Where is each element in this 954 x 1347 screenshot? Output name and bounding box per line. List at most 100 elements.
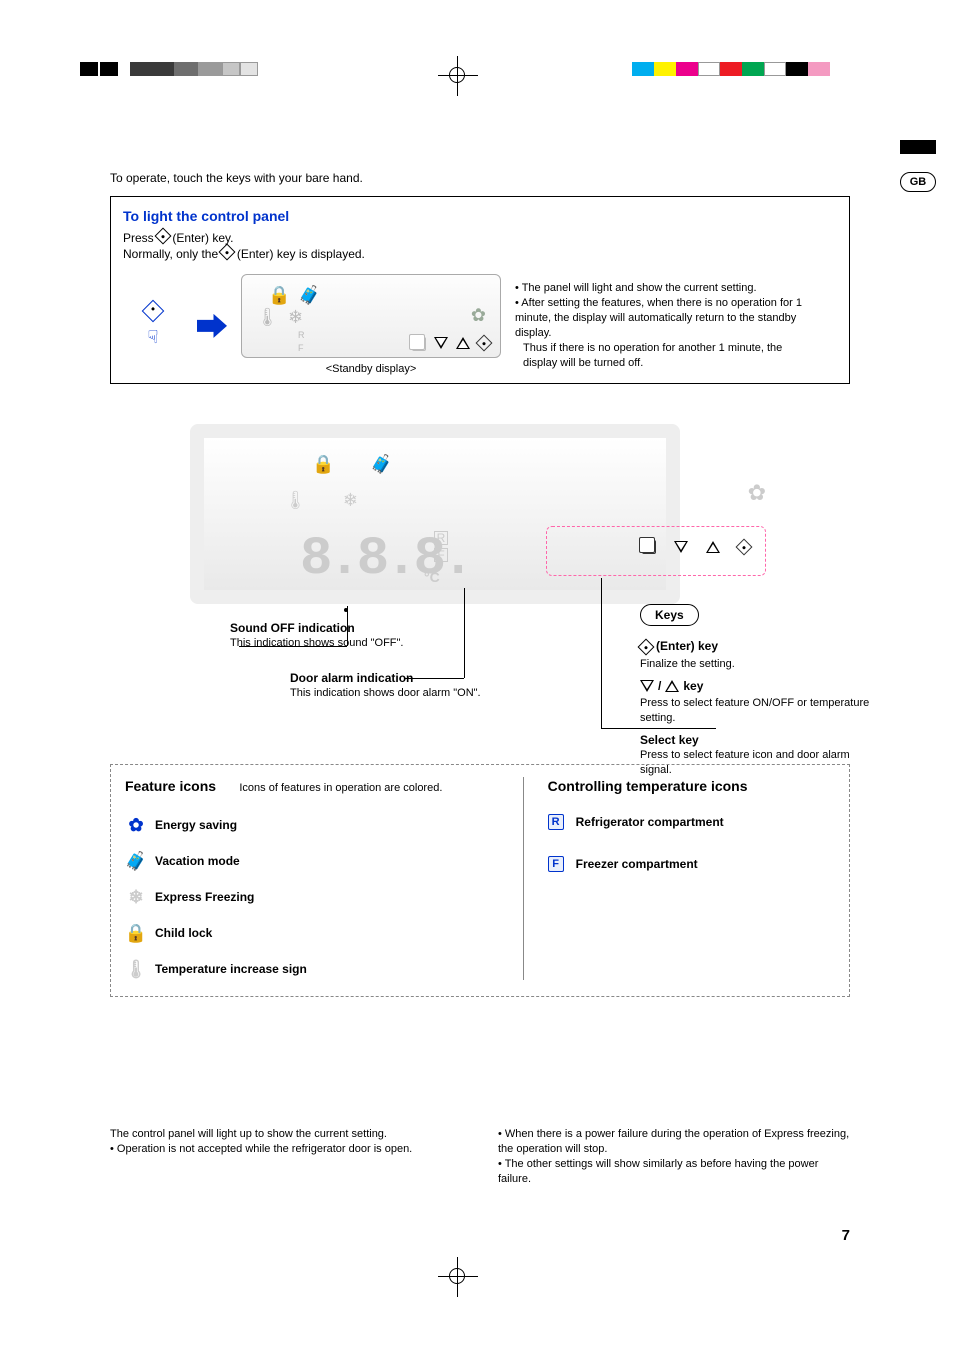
enter-key-initial: ☟ — [123, 286, 183, 366]
label-body: This indication shows door alarm "ON". — [290, 687, 481, 699]
leaf-icon: ✿ — [125, 814, 147, 836]
text: (Enter) key is displayed. — [237, 247, 365, 261]
keys-callout: Keys (Enter) key Finalize the setting. /… — [640, 604, 880, 777]
up-icon — [665, 680, 679, 692]
callout-labels: Sound OFF indication This indication sho… — [200, 614, 820, 744]
text: (Enter) key — [656, 638, 718, 654]
r-icon: R — [548, 814, 564, 830]
feat-freezer: F Freezer compartment — [548, 856, 835, 872]
snowflake-icon: ❄ — [288, 305, 303, 329]
sound-off-callout: Sound OFF indication This indication sho… — [230, 620, 430, 651]
keys-pill: Keys — [640, 604, 699, 626]
down-key[interactable] — [674, 541, 688, 553]
light-panel-section: To light the control panel Press (Enter)… — [110, 196, 850, 384]
select-icon — [412, 337, 426, 351]
enter-icon — [476, 335, 493, 352]
childlock-icon: 🔒 — [268, 283, 290, 307]
feat-child-lock: 🔒 Child lock — [125, 922, 305, 944]
unit-label: °C — [424, 568, 440, 587]
bottom-left: The control panel will light up to show … — [110, 1127, 462, 1186]
text: Normally, only the — [123, 247, 221, 261]
down-icon — [434, 337, 448, 349]
rf-indicator: R F — [434, 530, 448, 564]
lock-icon: 🔒 — [125, 922, 147, 944]
bottom-notes: The control panel will light up to show … — [110, 1127, 850, 1186]
note-line: • When there is a power failure during t… — [498, 1127, 850, 1157]
note-line: • The other settings will show similarly… — [498, 1157, 850, 1187]
up-key[interactable] — [706, 541, 720, 553]
mid-icon-row: 🌡 ❄ — [284, 488, 358, 512]
enter-icon — [155, 228, 172, 245]
intro-text: To operate, touch the keys with your bar… — [110, 170, 850, 186]
r-box: R — [434, 531, 448, 545]
f-box: F — [434, 548, 448, 562]
feat-energy-saving: ✿ Energy saving — [125, 814, 305, 836]
normally-line: Normally, only the (Enter) key is displa… — [123, 246, 837, 262]
snowflake-icon: ❄ — [125, 886, 147, 908]
enter-icon — [638, 638, 655, 655]
section-title: To light the control panel — [123, 207, 837, 226]
text: Refrigerator compartment — [576, 814, 724, 830]
text: Temperature increase sign — [155, 961, 307, 977]
down-icon — [640, 680, 654, 692]
language-tab: GB — [900, 172, 936, 192]
f-icon: F — [548, 856, 564, 872]
text: Press to select feature ON/OFF or temper… — [640, 697, 869, 724]
text: Press — [123, 231, 157, 245]
temp-icon: 🌡 — [284, 488, 307, 512]
snowflake-icon: ❄ — [343, 488, 358, 512]
standby-column: 🔒 🧳 🌡 ❄ ✿ RF <Standby display> — [241, 274, 501, 377]
text: Child lock — [155, 925, 212, 941]
feat-express-freezing: ❄ Express Freezing — [125, 886, 305, 908]
page-number: 7 — [842, 1226, 850, 1246]
temp-heading: Controlling temperature icons — [548, 777, 748, 796]
bottom-right: • When there is a power failure during t… — [498, 1127, 850, 1186]
text: (Enter) key. — [172, 231, 233, 245]
page-content: To operate, touch the keys with your bar… — [110, 170, 850, 1187]
door-alarm-callout: Door alarm indication This indication sh… — [290, 670, 490, 701]
display-diagram: 🔒 🧳 🌡 ❄ ✿ 8.8.8. °C R F — [110, 424, 850, 744]
feature-subnote: Icons of features in operation are color… — [239, 782, 442, 794]
text: Energy saving — [155, 817, 237, 833]
thermometer-icon: 🌡 — [125, 958, 147, 980]
feature-icons-col: Feature icons Icons of features in opera… — [125, 777, 499, 980]
crop-marks-bottom — [0, 1247, 954, 1307]
standby-row: ☟ 🔒 🧳 🌡 ❄ ✿ RF < — [123, 274, 837, 377]
feat-temp-increase: 🌡 Temperature increase sign — [125, 958, 385, 980]
label-title: Sound OFF indication — [230, 620, 430, 636]
childlock-icon: 🔒 — [312, 452, 334, 476]
label-body: This indication shows sound "OFF". — [230, 637, 404, 649]
suitcase-icon: 🧳 — [125, 850, 147, 872]
column-divider — [523, 777, 524, 980]
text: key — [683, 678, 703, 694]
leaf-icon: ✿ — [471, 303, 486, 327]
select-key[interactable] — [642, 540, 656, 554]
text: Finalize the setting. — [640, 658, 735, 670]
panel-notes: • The panel will light and show the curr… — [515, 281, 805, 370]
top-icon-row: 🔒 🧳 — [312, 452, 393, 476]
standby-keys — [412, 337, 490, 351]
vacation-icon: 🧳 — [370, 452, 392, 476]
select-key-label: Select key — [640, 732, 880, 748]
feat-vacation: 🧳 Vacation mode — [125, 850, 305, 872]
arrow-right-icon — [197, 314, 227, 338]
note-line: Thus if there is no operation for anothe… — [523, 341, 805, 371]
standby-label: <Standby display> — [241, 362, 501, 377]
text: Express Freezing — [155, 889, 254, 905]
thumb-tab — [900, 140, 936, 154]
enter-key[interactable] — [736, 539, 753, 556]
arrow-keys-label: / key — [640, 678, 880, 696]
key-row — [642, 540, 750, 554]
note-line: The control panel will light up to show … — [110, 1127, 462, 1142]
note-line: • After setting the features, when there… — [515, 296, 805, 341]
enter-key-label: (Enter) key — [640, 638, 880, 656]
press-line: Press (Enter) key. — [123, 230, 837, 246]
temp-icon: 🌡 — [256, 305, 279, 329]
up-icon — [456, 337, 470, 349]
text: Vacation mode — [155, 853, 240, 869]
crop-mark-top — [438, 56, 478, 96]
note-line: • Operation is not accepted while the re… — [110, 1142, 462, 1157]
temp-icons-col: Controlling temperature icons R Refriger… — [548, 777, 835, 980]
hand-icon: ☟ — [148, 325, 159, 349]
leaf-icon: ✿ — [748, 478, 766, 508]
